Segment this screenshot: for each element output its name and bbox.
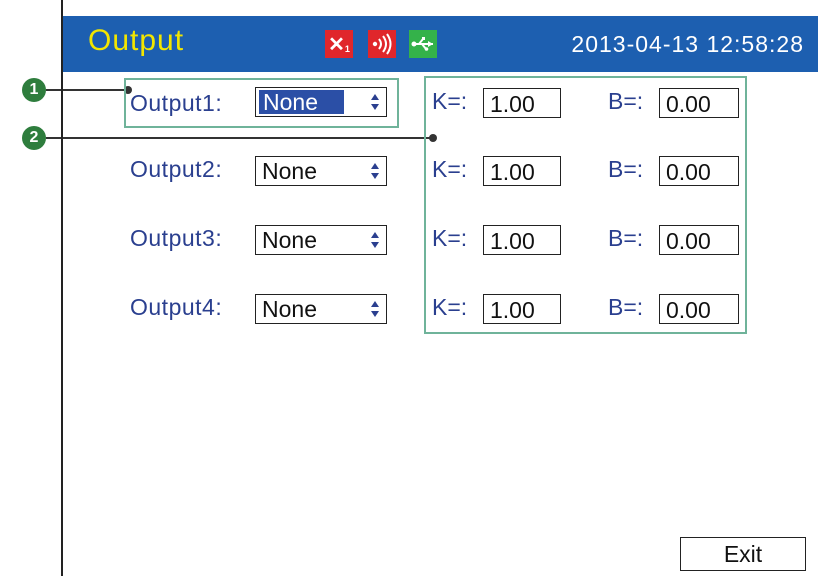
output4-k-field[interactable]: 1.00 bbox=[483, 294, 561, 324]
output4-value: None bbox=[262, 296, 317, 322]
datetime: 2013-04-13 12:58:28 bbox=[571, 31, 804, 57]
output2-label: Output2: bbox=[130, 156, 223, 182]
output2-select[interactable]: None bbox=[255, 156, 387, 186]
output3-b-label: B=: bbox=[608, 225, 644, 251]
stepper-arrows-icon bbox=[371, 163, 379, 179]
stepper-arrows-icon bbox=[371, 301, 379, 317]
usb-icon bbox=[409, 30, 437, 58]
page-title: Output bbox=[88, 24, 185, 57]
callout-2: 2 bbox=[22, 126, 46, 150]
output1-value: None bbox=[259, 90, 344, 114]
output1-k-label: K=: bbox=[432, 88, 468, 114]
output4-label: Output4: bbox=[130, 294, 223, 320]
output4-b-label: B=: bbox=[608, 294, 644, 320]
output3-select[interactable]: None bbox=[255, 225, 387, 255]
buzzer-icon bbox=[368, 30, 396, 58]
output1-select[interactable]: None bbox=[255, 87, 387, 117]
output3-b-field[interactable]: 0.00 bbox=[659, 225, 739, 255]
output4-b-field[interactable]: 0.00 bbox=[659, 294, 739, 324]
output2-b-label: B=: bbox=[608, 156, 644, 182]
alarm-x1-icon: ✕ 1 bbox=[325, 30, 353, 58]
output1-k-field[interactable]: 1.00 bbox=[483, 88, 561, 118]
output1-b-field[interactable]: 0.00 bbox=[659, 88, 739, 118]
title-bar: Output ✕ 1 2013-04-13 12:58:28 bbox=[63, 16, 818, 72]
output1-label: Output1: bbox=[130, 90, 223, 116]
stepper-arrows-icon bbox=[371, 232, 379, 248]
output3-k-label: K=: bbox=[432, 225, 468, 251]
output2-b-field[interactable]: 0.00 bbox=[659, 156, 739, 186]
output3-k-field[interactable]: 1.00 bbox=[483, 225, 561, 255]
output4-select[interactable]: None bbox=[255, 294, 387, 324]
output3-label: Output3: bbox=[130, 225, 223, 251]
output2-value: None bbox=[262, 158, 317, 184]
output3-value: None bbox=[262, 227, 317, 253]
output2-k-label: K=: bbox=[432, 156, 468, 182]
stepper-arrows-icon bbox=[371, 94, 379, 110]
output2-k-field[interactable]: 1.00 bbox=[483, 156, 561, 186]
output4-k-label: K=: bbox=[432, 294, 468, 320]
output1-b-label: B=: bbox=[608, 88, 644, 114]
callout-1: 1 bbox=[22, 78, 46, 102]
exit-button[interactable]: Exit bbox=[680, 537, 806, 571]
